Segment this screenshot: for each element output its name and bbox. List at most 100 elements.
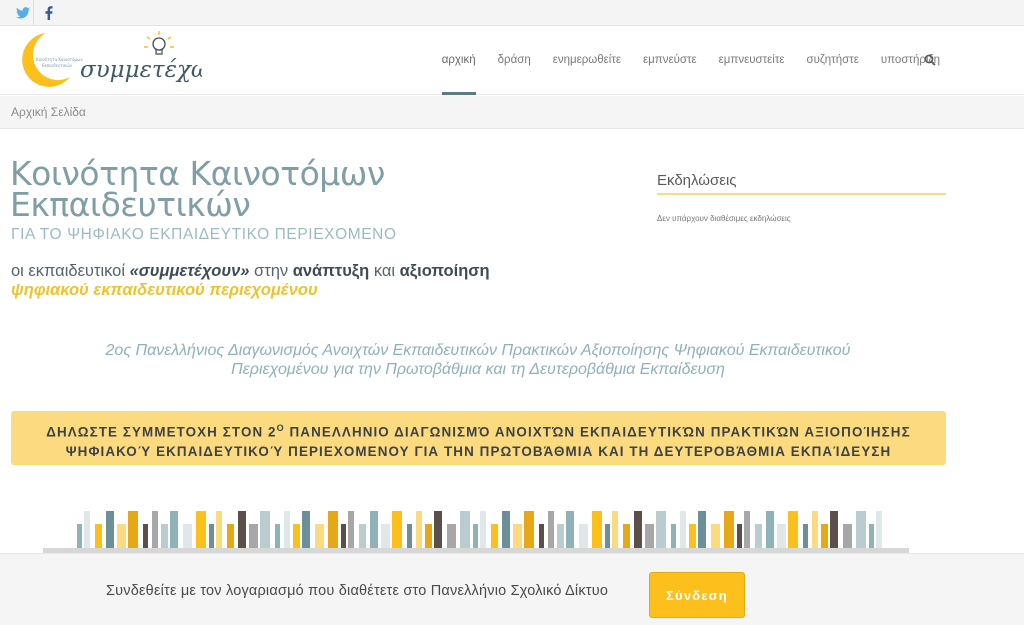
book bbox=[480, 511, 486, 548]
book bbox=[460, 511, 470, 548]
book bbox=[284, 511, 290, 548]
book bbox=[755, 524, 762, 548]
book bbox=[612, 511, 618, 548]
book bbox=[447, 524, 456, 548]
search-icon[interactable] bbox=[924, 53, 938, 67]
nav-item-inspire[interactable]: εμπνεύστε bbox=[643, 27, 697, 95]
contest-line1: 2ος Πανελλήνιος Διαγωνισμός Ανοιχτών Εκπ… bbox=[105, 342, 851, 359]
tagline-emphasis: «συμμετέχουν» bbox=[129, 262, 250, 280]
banner-line2: ΨΗΦΙΑΚΟΎ ΕΚΠΑΙΔΕΥΤΙΚΟΎ ΠΕΡΙΕΧΟΜΕΝΟΥ ΓΙΑ … bbox=[65, 444, 892, 460]
book bbox=[348, 511, 354, 548]
book bbox=[196, 511, 206, 548]
twitter-icon[interactable] bbox=[14, 4, 32, 22]
book bbox=[416, 511, 422, 548]
login-button[interactable]: Σύνδεση bbox=[649, 572, 745, 618]
book bbox=[209, 524, 214, 548]
book bbox=[548, 511, 554, 548]
nav-item-be-inspired[interactable]: εμπνευστείτε bbox=[719, 27, 785, 95]
book bbox=[473, 524, 478, 548]
book bbox=[77, 524, 82, 548]
book bbox=[381, 524, 390, 548]
register-banner[interactable]: ΔΗΛΩΣΤΕ ΣΥΜΜΕΤΟΧΗ ΣΤΟΝ 2Ο ΠΑΝΕΛΛΗΝΙΟ ΔΙΑ… bbox=[11, 411, 946, 465]
tagline-emphasis: ανάπτυξη bbox=[292, 262, 370, 280]
book bbox=[766, 511, 774, 548]
book bbox=[315, 524, 324, 548]
events-widget-divider bbox=[657, 193, 946, 195]
banner-text: ΠΑΝΕΛΛΗΝΙΟ ΔΙΑΓΩΝΙΣΜΌ ΑΝΟΙΧΤΏΝ ΕΚΠΑΙΔΕΥΤ… bbox=[284, 424, 911, 440]
book bbox=[566, 511, 574, 548]
book bbox=[502, 511, 510, 548]
svg-text:Εκπαιδευτικών: Εκπαιδευτικών bbox=[42, 63, 73, 68]
book bbox=[803, 524, 808, 548]
book bbox=[392, 511, 402, 548]
tagline-text: και bbox=[369, 262, 400, 280]
book bbox=[876, 511, 882, 548]
svg-text:Κοινότητα Καινοτόμων: Κοινότητα Καινοτόμων bbox=[36, 57, 83, 62]
book bbox=[724, 511, 734, 548]
book bbox=[843, 524, 852, 548]
logo-wordmark: συμμετέχω bbox=[80, 57, 202, 83]
events-empty-text: Δεν υπάρχουν διαθέσιμες εκδηλώσεις bbox=[657, 214, 791, 223]
book bbox=[370, 511, 378, 548]
book bbox=[491, 524, 498, 548]
book bbox=[152, 511, 158, 548]
book bbox=[680, 511, 686, 548]
banner-line1: ΔΗΛΩΣΤΕ ΣΥΜΜΕΤΟΧΗ ΣΤΟΝ 2Ο ΠΑΝΕΛΛΗΝΙΟ ΔΙΑ… bbox=[11, 418, 946, 442]
book bbox=[275, 524, 280, 548]
book bbox=[821, 524, 828, 548]
book bbox=[539, 524, 544, 548]
nav-item-news[interactable]: ενημερωθείτε bbox=[553, 27, 621, 95]
book bbox=[737, 524, 742, 548]
nav-item-action[interactable]: δράση bbox=[498, 27, 531, 95]
tagline-highlight: ψηφιακού εκπαιδευτικού περιεχομένου bbox=[11, 281, 318, 299]
book bbox=[579, 524, 588, 548]
book bbox=[216, 511, 222, 548]
site-header: Κοινότητα Καινοτόμων Εκπαιδευτικών συμμε… bbox=[0, 27, 1024, 95]
breadcrumb-current: Αρχική Σελίδα bbox=[11, 105, 86, 119]
book bbox=[656, 511, 666, 548]
page-title: Κοινότητα Καινοτόμων Εκπαιδευτικών bbox=[10, 157, 530, 221]
nav-item-home[interactable]: αρχική bbox=[441, 27, 476, 95]
book bbox=[117, 524, 126, 548]
bookshelf-illustration bbox=[43, 494, 909, 554]
book bbox=[689, 524, 696, 548]
book bbox=[830, 511, 838, 548]
facebook-icon[interactable] bbox=[40, 4, 58, 22]
main-nav: αρχική δράση ενημερωθείτε εμπνεύστε εμπν… bbox=[420, 27, 940, 95]
book bbox=[143, 524, 148, 548]
book bbox=[605, 524, 610, 548]
book bbox=[170, 511, 178, 548]
book bbox=[856, 511, 866, 548]
book bbox=[557, 524, 564, 548]
contest-heading[interactable]: 2ος Πανελλήνιος Διαγωνισμός Ανοιχτών Εκπ… bbox=[0, 341, 956, 379]
book bbox=[227, 524, 234, 548]
book bbox=[645, 524, 654, 548]
book bbox=[359, 524, 366, 548]
book bbox=[425, 524, 432, 548]
book bbox=[788, 511, 798, 548]
nav-item-discuss[interactable]: συζητήστε bbox=[807, 27, 859, 95]
tagline-emphasis: αξιοποίηση bbox=[399, 262, 490, 280]
book bbox=[84, 511, 90, 548]
login-prompt: Συνδεθείτε με τον λογαριασμό που διαθέτε… bbox=[106, 583, 609, 599]
contest-line2: Περιεχομένου για την Πρωτοβάθμια και τη … bbox=[231, 361, 725, 378]
book bbox=[634, 511, 642, 548]
tagline: οι εκπαιδευτικοί «συμμετέχουν» στην ανάπ… bbox=[11, 262, 490, 300]
book bbox=[183, 524, 192, 548]
book bbox=[249, 524, 258, 548]
book bbox=[524, 511, 534, 548]
book bbox=[777, 524, 786, 548]
book bbox=[293, 524, 300, 548]
book bbox=[698, 511, 706, 548]
breadcrumb: Αρχική Σελίδα bbox=[0, 96, 1024, 129]
tagline-text: στην bbox=[249, 262, 293, 280]
login-bar: Συνδεθείτε με τον λογαριασμό που διαθέτε… bbox=[0, 553, 1024, 625]
page-subtitle: ΓΙΑ ΤΟ ΨΗΦΙΑΚΟ ΕΚΠΑΙΔΕΥΤΙΚΟ ΠΕΡΙΕΧΟΜΕΝΟ bbox=[11, 226, 397, 243]
banner-text: ΔΗΛΩΣΤΕ ΣΥΜΜΕΤΟΧΗ ΣΤΟΝ 2 bbox=[46, 424, 277, 440]
book bbox=[128, 511, 138, 548]
social-divider bbox=[33, 0, 34, 26]
book bbox=[434, 511, 442, 548]
site-logo[interactable]: Κοινότητα Καινοτόμων Εκπαιδευτικών συμμε… bbox=[22, 27, 210, 93]
book bbox=[302, 511, 310, 548]
events-widget-title: Εκδηλώσεις bbox=[657, 172, 737, 189]
